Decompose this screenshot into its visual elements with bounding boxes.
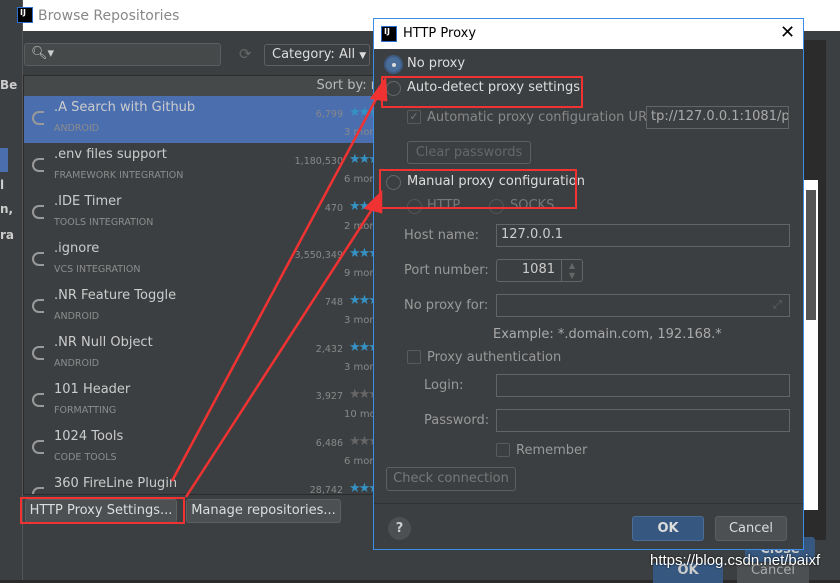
arrowhead [363, 189, 383, 214]
arrow-to-auto-detect [170, 87, 384, 482]
annotation-arrows [170, 76, 388, 498]
arrowhead [369, 76, 388, 102]
arrow-to-manual [184, 199, 380, 498]
watermark: https://blog.csdn.net/baixf [650, 552, 821, 569]
